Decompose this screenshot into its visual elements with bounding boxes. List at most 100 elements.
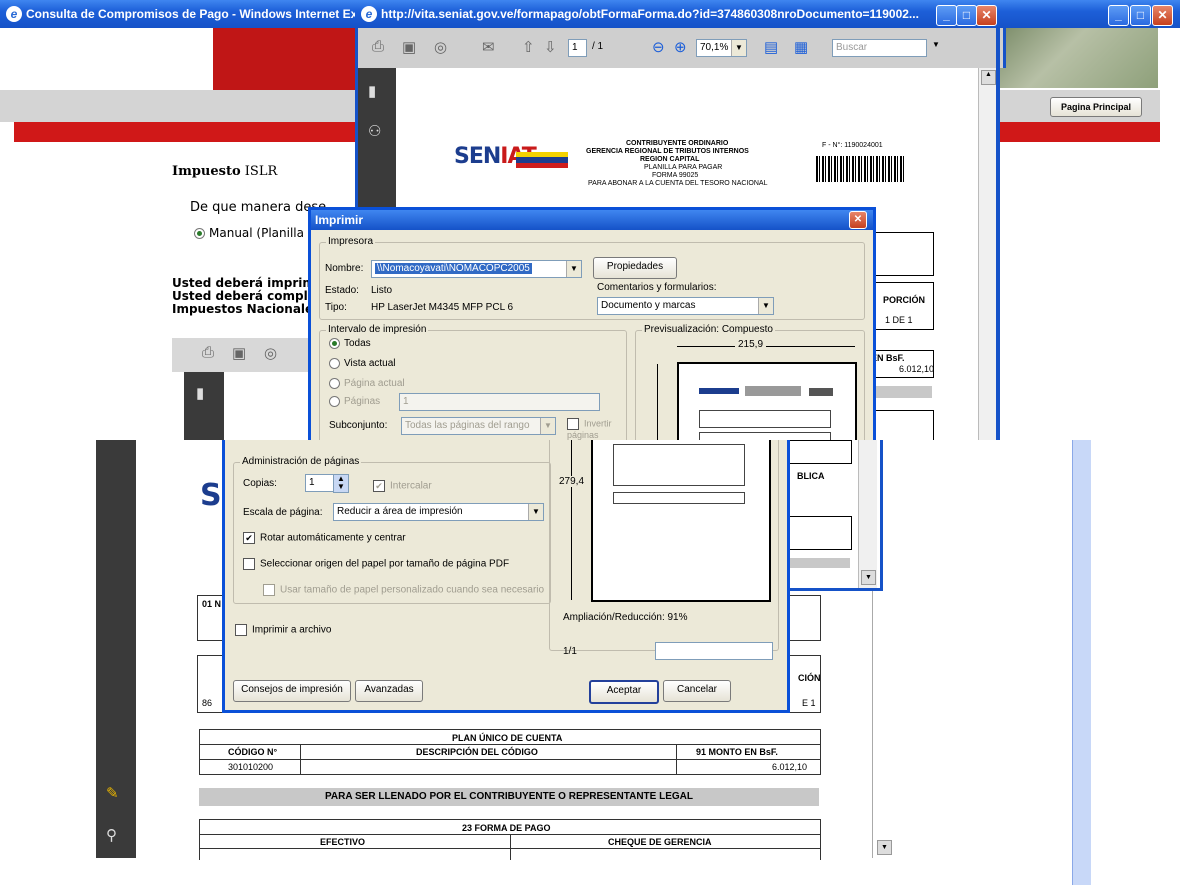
preview-table-3 — [613, 444, 745, 486]
pdf-maximize-button[interactable]: □ — [956, 5, 977, 26]
pdf-email-icon[interactable]: ✉ — [482, 38, 495, 56]
vista-actual-option[interactable]: Vista actual — [329, 358, 396, 369]
payment-question: De que manera dese — [190, 200, 327, 215]
rotar-option[interactable]: ✔ Rotar automáticamente y centrar — [243, 532, 406, 544]
pdf-ie-icon: e — [361, 6, 377, 22]
printer-name-select[interactable]: \\Nomacoyavati\NOMACOPC2005 ▼ — [371, 260, 582, 278]
comentarios-select[interactable]: Documento y marcas ▼ — [597, 297, 774, 315]
save-icon[interactable]: ▣ — [232, 344, 246, 362]
subconjunto-value: Todas las páginas del rango — [405, 420, 530, 431]
zoom-in-icon[interactable]: ⊕ — [674, 38, 687, 56]
paginas-label: Páginas — [344, 396, 381, 408]
cancelar-button[interactable]: Cancelar — [663, 680, 731, 702]
invertir-checkbox[interactable] — [567, 418, 579, 430]
imprimir-archivo-label: Imprimir a archivo — [252, 624, 332, 636]
pdf-minimize-button[interactable]: _ — [936, 5, 957, 26]
attachment-icon[interactable]: ⚲ — [106, 826, 117, 844]
todas-radio[interactable] — [329, 338, 340, 349]
avanzadas-button[interactable]: Avanzadas — [355, 680, 423, 702]
search-dropdown-icon[interactable]: ▼ — [932, 40, 940, 49]
print-icon[interactable]: ⎙ — [202, 344, 214, 361]
pdf-window-titlebar[interactable]: e http://vita.seniat.gov.ve/formapago/obt… — [355, 0, 1000, 28]
propiedades-button[interactable]: Propiedades — [593, 257, 677, 279]
pdf-share-icon[interactable]: ◎ — [434, 38, 447, 56]
pdf-scroll-down-icon[interactable]: ▼ — [861, 570, 876, 585]
rotar-checkbox[interactable]: ✔ — [243, 532, 255, 544]
pdf-window-lower: BLICA ▼ — [780, 440, 883, 591]
manual-option[interactable]: Manual (Planilla — [194, 226, 304, 240]
scroll-up-icon[interactable]: ▲ — [981, 70, 996, 85]
seleccionar-origen-option[interactable]: Seleccionar origen del papel por tamaño … — [243, 558, 509, 570]
pdf-page-up-icon[interactable]: ⇧ — [522, 38, 535, 56]
building-photo — [1000, 28, 1158, 88]
pdf-save-icon[interactable]: ▣ — [402, 38, 416, 56]
paginas-input[interactable]: 1 — [399, 393, 600, 411]
pdf-pages-icon[interactable]: ▮ — [368, 82, 376, 100]
paginas-radio[interactable] — [329, 396, 340, 407]
fit-page-icon[interactable]: ▦ — [794, 38, 808, 56]
preview-page-slider[interactable] — [655, 642, 773, 660]
pages-icon[interactable]: ▮ — [196, 384, 204, 402]
pdf-close-button[interactable]: ✕ — [976, 5, 997, 26]
usar-tamano-checkbox[interactable] — [263, 584, 275, 596]
pdf-lower-scrollbar[interactable]: ▼ — [858, 440, 877, 588]
pagina-actual-option[interactable]: Página actual — [329, 378, 405, 389]
ie-minimize-button[interactable]: _ — [1108, 5, 1129, 26]
copias-spinner-icon[interactable]: ▲ ▼ — [333, 474, 349, 493]
doc-region: REGION CAPITAL — [640, 156, 700, 163]
ie-close-button[interactable]: ✕ — [1152, 5, 1173, 26]
usar-tamano-option[interactable]: Usar tamaño de papel personalizado cuand… — [263, 584, 544, 596]
intercalar-checkbox[interactable]: ✔ — [373, 480, 385, 492]
todas-option[interactable]: Todas — [329, 338, 371, 349]
share-icon[interactable]: ◎ — [264, 344, 277, 362]
zoom-field[interactable]: 70,1% ▼ — [696, 39, 747, 57]
doc-en-bsf: EN BsF. — [871, 353, 905, 363]
zoom-out-icon[interactable]: ⊖ — [652, 38, 665, 56]
imprimir-archivo-checkbox[interactable] — [235, 624, 247, 636]
intercalar-option[interactable]: ✔ Intercalar — [373, 480, 432, 492]
preview-header — [745, 386, 801, 396]
subconjunto-select[interactable]: Todas las páginas del rango ▼ — [401, 417, 556, 435]
llenado-band: PARA SER LLENADO POR EL CONTRIBUYENTE O … — [199, 788, 819, 806]
comment-icon[interactable]: ✎ — [106, 784, 119, 802]
right-number: E 1 — [802, 698, 816, 708]
pdf-page-input[interactable]: 1 — [568, 39, 587, 57]
invertir-option[interactable]: Invertir páginas — [567, 418, 617, 440]
manual-radio[interactable] — [194, 228, 205, 239]
pdf-window-title: http://vita.seniat.gov.ve/formapago/obtF… — [381, 7, 919, 21]
doc-contribuyente: CONTRIBUYENTE ORDINARIO — [626, 140, 729, 147]
doc-lower-box-2 — [780, 516, 852, 550]
imprimir-archivo-option[interactable]: Imprimir a archivo — [235, 624, 331, 636]
pdf-attachments-icon[interactable]: ⚇ — [368, 122, 381, 140]
pdf-search-input[interactable]: Buscar — [832, 39, 927, 57]
pdf-scrollbar[interactable]: ▲ — [978, 68, 997, 440]
ie-maximize-button[interactable]: □ — [1130, 5, 1151, 26]
paginas-option[interactable]: Páginas — [329, 396, 380, 407]
pdf-print-icon[interactable]: ⎙ — [372, 38, 384, 55]
ie-right-scroll[interactable] — [1072, 440, 1091, 885]
efectivo-header: EFECTIVO — [320, 837, 366, 847]
doc-f-number: F - N°: 1190024001 — [822, 142, 883, 149]
doc-porcion-box: PORCIÓN 1 DE 1 — [868, 282, 934, 330]
consejos-button[interactable]: Consejos de impresión — [233, 680, 351, 702]
print-dialog-titlebar[interactable]: Imprimir — [311, 210, 873, 230]
print-dialog-close-button[interactable]: ✕ — [849, 211, 867, 229]
seleccionar-origen-checkbox[interactable] — [243, 558, 255, 570]
aceptar-button[interactable]: Aceptar — [589, 680, 659, 704]
escala-select[interactable]: Reducir a área de impresión ▼ — [333, 503, 544, 521]
copias-value: 1 — [309, 477, 315, 488]
scroll-down-icon[interactable]: ▼ — [877, 840, 892, 855]
vista-actual-radio[interactable] — [329, 358, 340, 369]
divider — [510, 834, 511, 860]
vista-actual-label: Vista actual — [344, 358, 396, 370]
copias-label: Copias: — [243, 478, 277, 489]
fit-width-icon[interactable]: ▤ — [764, 38, 778, 56]
preview-page-bottom — [591, 440, 771, 602]
pdf-page-down-icon[interactable]: ⇩ — [544, 38, 557, 56]
pagina-actual-radio[interactable] — [329, 378, 340, 389]
doc-side-box — [868, 232, 934, 276]
screenshot-top-strip: e Consulta de Compromisos de Pago - Windo… — [0, 0, 1180, 440]
monto-value: 6.012,10 — [772, 762, 808, 772]
print-dialog-bottom: Administración de páginas Copias: 1 ▲ ▼ ✔… — [222, 440, 790, 713]
pagina-principal-button[interactable]: Pagina Principal — [1050, 97, 1142, 117]
